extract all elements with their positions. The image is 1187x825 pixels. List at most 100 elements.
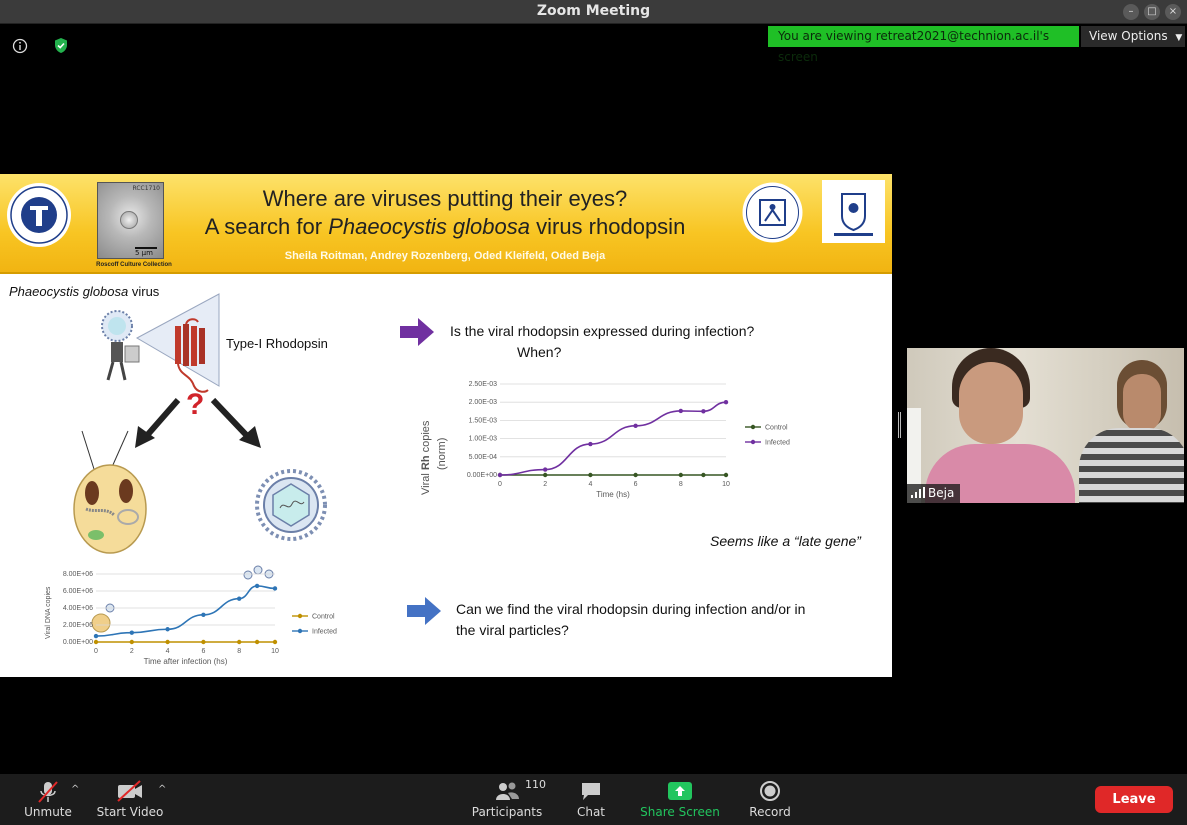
- y-tick-label: 2.50E-03: [469, 381, 498, 388]
- x-tick-label: 10: [271, 648, 279, 655]
- person2-face: [1123, 374, 1161, 432]
- participant-name-tag: Beja: [907, 484, 961, 503]
- title-suffix: virus rhodopsin: [530, 214, 686, 239]
- chart1-y-label-pre: Viral: [420, 473, 432, 495]
- y-tick-label: 1.00E-03: [469, 436, 498, 443]
- infected-phaeocystis-cell-illustration: [73, 430, 147, 554]
- participants-button[interactable]: 110 Participants: [468, 774, 546, 825]
- start-video-button[interactable]: Start Video: [92, 774, 168, 825]
- legend-marker-infected: [297, 628, 303, 634]
- encryption-shield-icon[interactable]: [53, 37, 69, 54]
- shared-screen-slide: RCC1710 5 µm Roscoff Culture Collection …: [0, 174, 892, 677]
- data-point-control: [588, 472, 593, 478]
- y-tick-label: 1.50E-03: [469, 417, 498, 424]
- audio-options-chevron-up-icon[interactable]: ^: [71, 784, 79, 795]
- data-point-control: [701, 472, 706, 478]
- x-axis-label: Time after infection (hs): [144, 657, 228, 666]
- x-tick-label: 6: [201, 648, 205, 655]
- chevron-down-icon: ▼: [1175, 33, 1183, 43]
- y-tick-label: 6.00E+06: [63, 588, 93, 595]
- chart1-y-label-bold: Rh: [420, 455, 432, 470]
- chat-button[interactable]: Chat: [566, 774, 616, 825]
- data-point-infected: [588, 441, 593, 447]
- x-tick-label: 2: [130, 648, 134, 655]
- person2-shirt: [1079, 428, 1184, 503]
- x-axis-label: Time (hs): [596, 490, 630, 499]
- unmute-button[interactable]: Unmute: [18, 774, 78, 825]
- late-gene-note: Seems like a “late gene”: [710, 533, 861, 549]
- viral-dna-chart: Viral DNA copies 0.00E+00 2.00E+06 4.00E+0…: [45, 565, 337, 666]
- info-icon[interactable]: [12, 38, 28, 54]
- participant-name: Beja: [928, 486, 955, 500]
- blue-arrow-icon: [407, 597, 441, 625]
- maximize-icon[interactable]: □: [1144, 4, 1160, 20]
- small-cell-icon: [91, 613, 111, 633]
- share-screen-button[interactable]: Share Screen: [636, 774, 724, 825]
- close-icon[interactable]: ×: [1165, 4, 1181, 20]
- unmute-label: Unmute: [24, 805, 72, 819]
- person1-face: [959, 362, 1023, 444]
- chat-icon: [582, 783, 600, 800]
- y-tick-label: 8.00E+06: [63, 571, 93, 578]
- data-point-control: [201, 639, 206, 645]
- data-point-infected: [165, 627, 170, 632]
- signal-strength-icon: [911, 487, 925, 498]
- video-off-icon: [117, 780, 142, 802]
- data-point-infected: [723, 400, 729, 405]
- x-tick-label: 10: [722, 481, 730, 488]
- leave-button[interactable]: Leave: [1095, 786, 1173, 813]
- legend-marker-infected: [750, 439, 756, 445]
- y-tick-label: 0.00E+00: [63, 639, 93, 646]
- view-options-label: View Options: [1089, 29, 1168, 43]
- x-tick-label: 8: [237, 648, 241, 655]
- purple-arrow-icon: [400, 318, 434, 346]
- culture-collection-caption: Roscoff Culture Collection: [96, 262, 172, 268]
- legend-label-infected: Infected: [312, 629, 337, 636]
- data-point-infected: [237, 596, 242, 601]
- data-point-infected: [201, 612, 206, 617]
- record-icon: [760, 781, 780, 801]
- minimize-icon[interactable]: –: [1123, 4, 1139, 20]
- virus-particle-illustration: [255, 469, 327, 541]
- rhodopsin-protein-icon: [175, 318, 209, 393]
- panel-resize-handle[interactable]: [898, 412, 901, 438]
- legend-marker-control: [297, 613, 303, 619]
- legend-marker-control: [750, 424, 756, 430]
- participant-video[interactable]: [907, 348, 1184, 503]
- small-virus-icon: [243, 570, 253, 580]
- data-point-control: [237, 639, 242, 645]
- record-button[interactable]: Record: [742, 774, 798, 825]
- scale-bar-label: 5 µm: [135, 249, 153, 257]
- slide-title-line1: Where are viruses putting their eyes?: [262, 186, 628, 211]
- share-screen-label: Share Screen: [640, 805, 720, 819]
- question1-line2: When?: [517, 344, 562, 360]
- science-foundation-logo-icon: [742, 182, 803, 243]
- x-tick-label: 6: [634, 481, 638, 488]
- series-line-infected: [95, 585, 276, 637]
- view-options-button[interactable]: View Options ▼: [1081, 26, 1185, 47]
- window-title: Zoom Meeting: [536, 3, 651, 19]
- slide-title-line2: A search for Phaeocystis globosa virus r…: [150, 214, 740, 240]
- rhodopsin-label: Type-I Rhodopsin: [226, 336, 328, 351]
- image-id-label: RCC1710: [132, 185, 160, 192]
- y-tick-label: 4.00E+06: [63, 605, 93, 612]
- legend-label-control: Control: [312, 614, 335, 621]
- x-tick-label: 4: [166, 648, 170, 655]
- participants-icon: [496, 782, 519, 800]
- data-point-control: [678, 472, 683, 478]
- legend-label-control: Control: [765, 425, 788, 432]
- muted-microphone-icon: [38, 781, 58, 803]
- question1-line1: Is the viral rhodopsin expressed during …: [450, 323, 755, 339]
- title-prefix: A search for: [204, 214, 329, 239]
- video-options-chevron-up-icon[interactable]: ^: [158, 784, 166, 795]
- data-point-control: [93, 639, 99, 645]
- x-tick-label: 4: [588, 481, 592, 488]
- question2-line1: Can we find the viral rhodopsin during i…: [456, 601, 806, 617]
- y-tick-label: 2.00E-03: [469, 399, 498, 406]
- data-point-control: [723, 472, 729, 478]
- data-point-infected: [93, 633, 99, 639]
- data-point-control: [272, 639, 278, 645]
- data-point-control: [165, 639, 170, 645]
- share-screen-icon: [668, 782, 692, 800]
- data-point-control: [129, 639, 134, 645]
